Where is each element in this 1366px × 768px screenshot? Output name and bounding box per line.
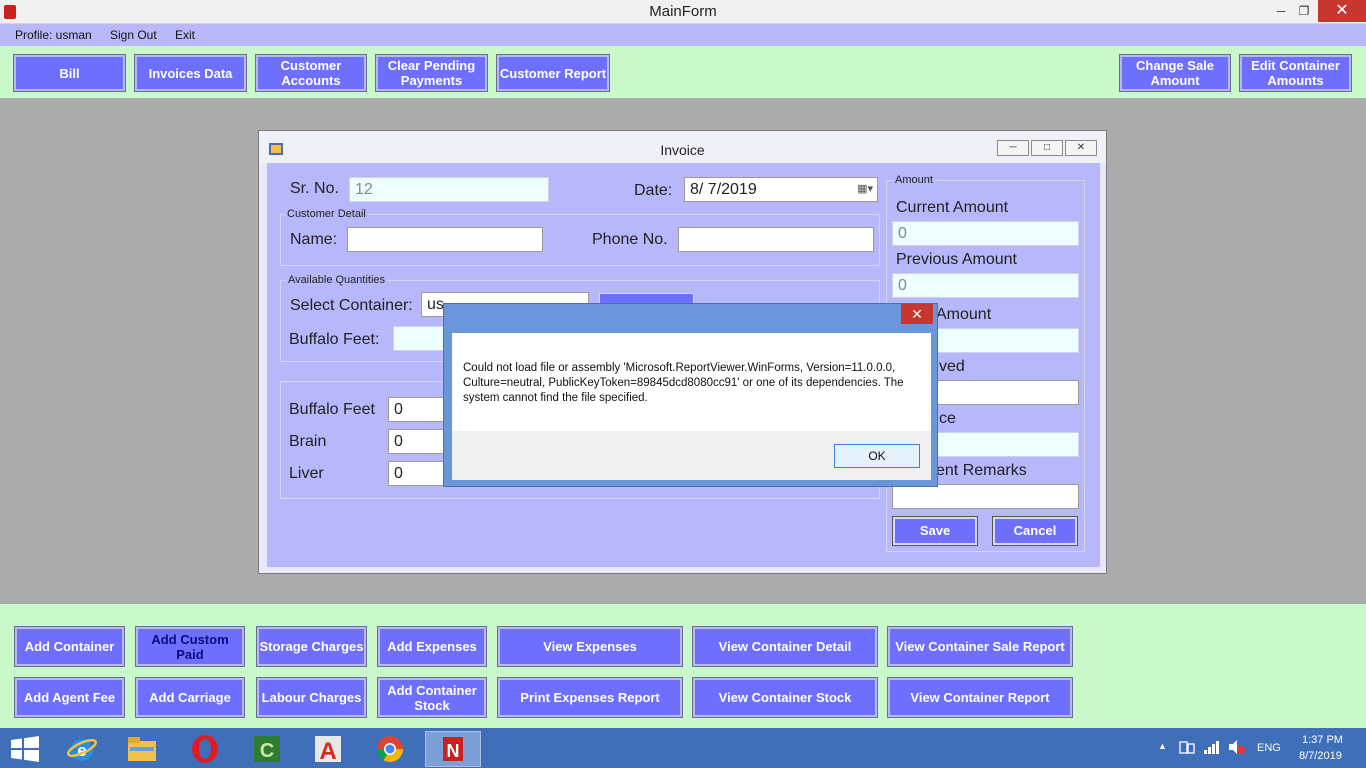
date-value: 8/ 7/2019	[690, 181, 757, 198]
dialog-message: Could not load file or assembly 'Microso…	[463, 362, 904, 404]
print-expenses-report-button[interactable]: Print Expenses Report	[497, 677, 683, 718]
svg-text:A: A	[319, 738, 336, 764]
liver-field[interactable]: 0	[388, 461, 448, 486]
sr-no-label: Sr. No.	[290, 180, 339, 197]
invoice-minimize-button[interactable]: ─	[997, 140, 1029, 156]
dialog-close-button[interactable]: ✕	[901, 304, 933, 324]
start-icon[interactable]	[2, 731, 48, 767]
invoice-title: Invoice	[660, 142, 705, 158]
view-container-stock-button[interactable]: View Container Stock	[692, 677, 878, 718]
name-field[interactable]	[347, 227, 543, 252]
network-signal-icon[interactable]	[1203, 739, 1221, 758]
buffalo-feet-label: Buffalo Feet	[289, 401, 375, 418]
bottom-button-panel: Add Container Add Custom Paid Storage Ch…	[0, 604, 1366, 728]
date-label: Date:	[634, 182, 673, 199]
add-carriage-button[interactable]: Add Carriage	[135, 677, 245, 718]
buffalo-feet-field[interactable]: 0	[388, 397, 448, 422]
liver-label: Liver	[289, 465, 324, 482]
error-dialog: ✕ Could not load file or assembly 'Micro…	[443, 303, 938, 487]
app-taskbar-icon[interactable]: N	[425, 731, 481, 767]
customer-detail-title: Customer Detail	[285, 208, 368, 220]
camtasia-icon[interactable]: C	[244, 731, 290, 767]
svg-text:C: C	[260, 740, 274, 762]
menu-exit[interactable]: Exit	[175, 28, 195, 42]
select-container-label: Select Container:	[290, 297, 413, 314]
bill-button[interactable]: Bill	[13, 54, 126, 92]
taskbar: e C A N ▲ ENG 1:37 PM 8/7/2019	[0, 728, 1366, 768]
menu-strip: Profile: usman Sign Out Exit	[0, 24, 1366, 46]
window-titlebar: MainForm ─ ❐ ✕	[0, 0, 1366, 24]
svg-text:N: N	[447, 741, 460, 761]
previous-amount-label: Previous Amount	[896, 251, 1017, 268]
remarks-field[interactable]	[892, 484, 1079, 509]
received-label: ved	[939, 358, 965, 375]
add-agent-fee-button[interactable]: Add Agent Fee	[14, 677, 125, 718]
window-title: MainForm	[649, 3, 717, 20]
file-explorer-icon[interactable]	[119, 731, 165, 767]
tray-overflow-icon[interactable]: ▲	[1158, 741, 1167, 751]
brain-field[interactable]: 0	[388, 429, 448, 454]
change-sale-amount-button[interactable]: Change Sale Amount	[1119, 54, 1231, 92]
calendar-dropdown-icon[interactable]: ▦▾	[857, 178, 873, 201]
brain-label: Brain	[289, 433, 327, 450]
current-amount-field[interactable]: 0	[892, 221, 1079, 246]
dialog-body: Could not load file or assembly 'Microso…	[452, 333, 931, 480]
acrobat-icon[interactable]: A	[305, 731, 351, 767]
amount-group-title: Amount	[893, 174, 935, 186]
maximize-button[interactable]: ❐	[1289, 0, 1319, 22]
total-amount-label: Amount	[936, 306, 992, 323]
clock-time[interactable]: 1:37 PM	[1302, 734, 1343, 746]
top-button-panel: Bill Invoices Data Customer Accounts Cle…	[0, 46, 1366, 98]
menu-sign-out[interactable]: Sign Out	[110, 28, 157, 42]
view-expenses-button[interactable]: View Expenses	[497, 626, 683, 667]
available-quantities-title: Available Quantities	[286, 274, 388, 286]
invoices-data-button[interactable]: Invoices Data	[134, 54, 247, 92]
add-container-button[interactable]: Add Container	[14, 626, 125, 667]
phone-label: Phone No.	[592, 231, 668, 248]
view-container-sale-report-button[interactable]: View Container Sale Report	[887, 626, 1073, 667]
customer-accounts-button[interactable]: Customer Accounts	[255, 54, 367, 92]
add-container-stock-button[interactable]: Add Container Stock	[377, 677, 487, 718]
labour-charges-button[interactable]: Labour Charges	[256, 677, 367, 718]
current-amount-label: Current Amount	[896, 199, 1009, 216]
previous-amount-field[interactable]: 0	[892, 273, 1079, 298]
invoice-maximize-button[interactable]: □	[1031, 140, 1063, 156]
sr-no-field[interactable]: 12	[349, 177, 549, 202]
battery-icon[interactable]	[1178, 739, 1196, 758]
balance-label: ce	[939, 410, 956, 427]
clear-pending-payments-button[interactable]: Clear Pending Payments	[375, 54, 488, 92]
buffalo-feet-available-label: Buffalo Feet:	[289, 331, 380, 348]
storage-charges-button[interactable]: Storage Charges	[256, 626, 367, 667]
view-container-report-button[interactable]: View Container Report	[887, 677, 1073, 718]
remarks-label: ent Remarks	[936, 462, 1027, 479]
chrome-icon[interactable]	[367, 731, 413, 767]
customer-report-button[interactable]: Customer Report	[496, 54, 610, 92]
view-container-detail-button[interactable]: View Container Detail	[692, 626, 878, 667]
edit-container-amounts-button[interactable]: Edit Container Amounts	[1239, 54, 1352, 92]
close-button[interactable]: ✕	[1318, 0, 1366, 22]
cancel-button[interactable]: Cancel	[992, 516, 1078, 546]
invoice-close-button[interactable]: ✕	[1065, 140, 1097, 156]
language-indicator[interactable]: ENG	[1257, 742, 1281, 754]
phone-field[interactable]	[678, 227, 874, 252]
dialog-footer: OK	[452, 431, 931, 480]
invoice-titlebar: Invoice ─ □ ✕	[259, 131, 1106, 163]
add-expenses-button[interactable]: Add Expenses	[377, 626, 487, 667]
opera-icon[interactable]	[182, 731, 228, 767]
menu-profile[interactable]: Profile: usman	[15, 28, 92, 42]
date-picker[interactable]: 8/ 7/2019 ▦▾	[684, 177, 878, 202]
clock-date[interactable]: 8/7/2019	[1299, 750, 1342, 762]
volume-muted-icon[interactable]	[1228, 739, 1246, 758]
save-button[interactable]: Save	[892, 516, 978, 546]
add-custom-paid-button[interactable]: Add Custom Paid	[135, 626, 245, 667]
ok-button[interactable]: OK	[834, 444, 920, 468]
name-label: Name:	[290, 231, 338, 248]
internet-explorer-icon[interactable]: e	[59, 731, 105, 767]
